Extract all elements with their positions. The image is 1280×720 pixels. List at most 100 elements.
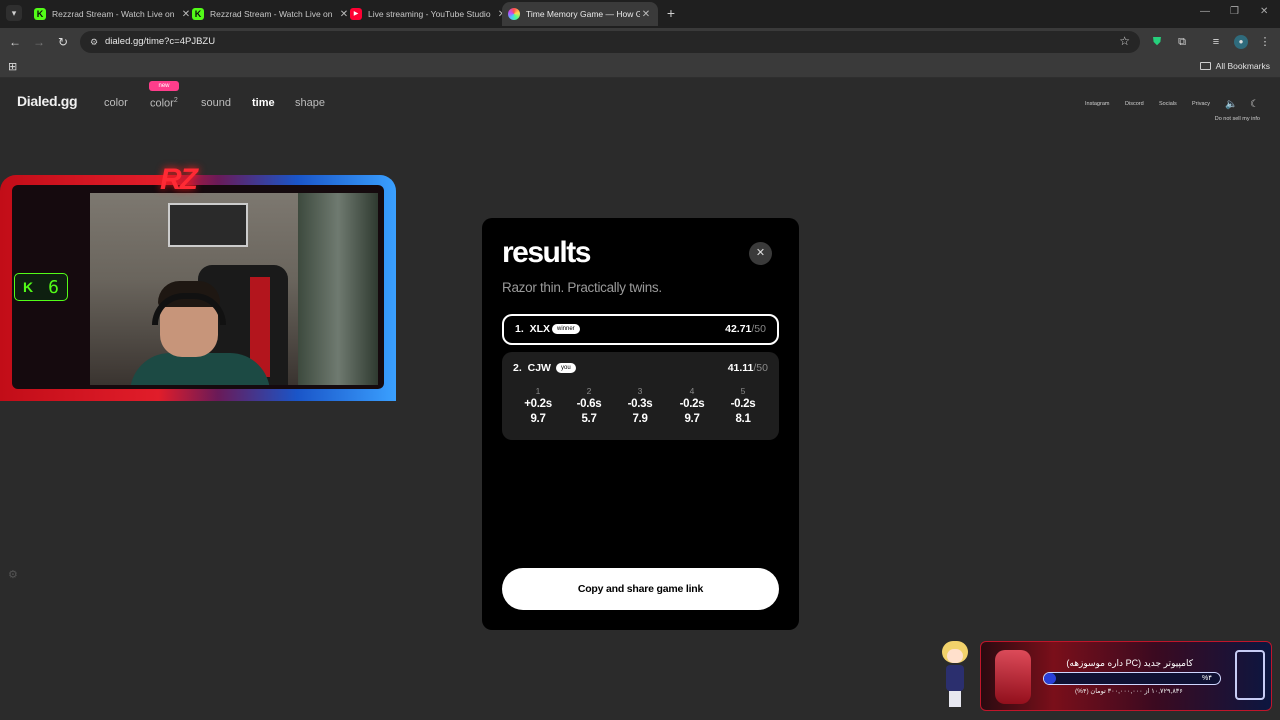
tab-title: Rezzrad Stream - Watch Live on — [52, 9, 175, 19]
folder-icon — [1199, 62, 1211, 70]
forward-icon[interactable]: → — [31, 34, 47, 50]
site-logo[interactable]: Dialed.gg — [17, 93, 78, 109]
window-close-icon[interactable]: ✕ — [1260, 6, 1268, 17]
shield-extension-icon[interactable]: ⛊ — [1150, 35, 1164, 49]
round-index: 5 — [740, 386, 746, 396]
discord-link[interactable]: Discord — [1125, 101, 1144, 107]
round-index: 1 — [535, 386, 541, 396]
you-badge: you — [556, 363, 576, 373]
do-not-sell-link[interactable]: Do not sell my info — [1215, 116, 1260, 122]
menu-kebab-icon[interactable]: ⋮ — [1258, 35, 1272, 49]
results-subtitle: Razor thin. Practically twins. — [502, 280, 662, 295]
player-score: 41.11/50 — [728, 362, 768, 374]
kick-count: 6 — [48, 276, 59, 298]
apps-grid-icon[interactable]: ⊞ — [8, 60, 17, 73]
player-name: 1. XLX — [515, 323, 550, 335]
winner-badge: winner — [552, 324, 580, 334]
player-name-text: XLX — [529, 323, 551, 335]
sound-icon[interactable]: 🔈 — [1225, 99, 1237, 110]
media-control-icon[interactable]: ≡ — [1209, 35, 1223, 49]
donation-progress-bar: %۴ — [1043, 672, 1221, 685]
donation-title: کامپیوتر جدید (PC داره موسوزهه) — [1066, 658, 1193, 668]
address-bar[interactable]: ⚙ dialed.gg/time?c=4PJBZU ☆ — [80, 31, 1140, 53]
copy-share-link-button[interactable]: Copy and share game link — [502, 568, 779, 610]
profile-avatar[interactable]: ● — [1234, 35, 1248, 49]
player-row-you: 2. CJW you 41.11/50 1 +0.2s 9.7 2 -0.6s … — [502, 352, 779, 440]
tab-title: Live streaming - YouTube Studio — [368, 9, 491, 19]
player-rank: 2. — [513, 362, 522, 374]
nav-color2[interactable]: color2 — [150, 97, 178, 110]
browser-toolbar: ← → ↻ ⚙ dialed.gg/time?c=4PJBZU ☆ ⛊ ⧉ ≡ … — [0, 28, 1280, 56]
close-icon[interactable]: ✕ — [749, 242, 772, 265]
anime-character-sticker — [938, 641, 972, 709]
webcam-overlay: RZ K 6 — [0, 163, 396, 401]
sticker-legs — [949, 691, 961, 707]
wall-poster — [168, 203, 248, 247]
score-max: /50 — [751, 323, 766, 335]
hand-graphic — [995, 650, 1031, 704]
kick-icon: K — [34, 8, 46, 20]
kick-viewer-badge: K 6 — [14, 273, 68, 301]
kick-icon: K — [23, 279, 34, 295]
sticker-body — [946, 665, 964, 691]
browser-tab-active[interactable]: Time Memory Game — How G ✕ — [502, 2, 658, 26]
round-diff: -0.6s — [576, 398, 602, 410]
results-modal: results ✕ Razor thin. Practically twins.… — [482, 218, 799, 630]
round-result: 1 +0.2s 9.7 — [518, 386, 558, 425]
round-points: 9.7 — [530, 413, 546, 425]
round-result: 4 -0.2s 9.7 — [672, 386, 712, 425]
all-bookmarks-button[interactable]: All Bookmarks — [1199, 61, 1270, 71]
round-diff: -0.2s — [730, 398, 756, 410]
round-index: 4 — [689, 386, 695, 396]
youtube-icon: ▶ — [350, 8, 362, 20]
player-score: 42.71/50 — [725, 323, 766, 335]
dialed-icon — [508, 8, 520, 20]
minimize-icon[interactable]: — — [1200, 6, 1210, 17]
round-points: 5.7 — [581, 413, 597, 425]
extensions-icon[interactable]: ⧉ — [1175, 35, 1189, 49]
browser-tab[interactable]: K Rezzrad Stream - Watch Live on ✕ — [186, 2, 356, 26]
player-row-winner: 1. XLX winner 42.71/50 — [502, 314, 779, 345]
new-badge: new — [149, 81, 179, 91]
privacy-link[interactable]: Privacy — [1192, 101, 1210, 107]
nav-shape[interactable]: shape — [295, 97, 325, 109]
restore-icon[interactable]: ❐ — [1230, 6, 1239, 17]
browser-tab[interactable]: ▶ Live streaming - YouTube Studio ✕ — [344, 2, 514, 26]
round-diff: +0.2s — [524, 398, 552, 410]
url-text[interactable]: dialed.gg/time?c=4PJBZU — [105, 36, 215, 47]
browser-tab[interactable]: K Rezzrad Stream - Watch Live on ✕ — [28, 2, 198, 26]
back-icon[interactable]: ← — [7, 34, 23, 50]
donation-goal-widget: کامپیوتر جدید (PC داره موسوزهه) %۴ ۱۰,۷۲… — [980, 641, 1272, 711]
round-diff: -0.3s — [627, 398, 653, 410]
new-tab-button[interactable]: + — [664, 5, 678, 21]
socials-link[interactable]: Socials — [1159, 101, 1177, 107]
close-icon[interactable]: ✕ — [640, 9, 652, 20]
donation-percent: %۴ — [1202, 675, 1212, 682]
round-result: 2 -0.6s 5.7 — [569, 386, 609, 425]
player-name-text: CJW — [527, 362, 551, 374]
round-index: 3 — [637, 386, 643, 396]
results-title: results — [502, 236, 591, 269]
score-value: 41.11 — [727, 362, 754, 374]
moon-icon[interactable]: ☾ — [1250, 99, 1259, 110]
all-bookmarks-label: All Bookmarks — [1215, 61, 1270, 71]
rz-logo: RZ — [160, 163, 198, 196]
round-result: 5 -0.2s 8.1 — [723, 386, 763, 425]
tab-title: Time Memory Game — How G — [526, 9, 640, 19]
settings-gear-icon[interactable]: ⚙ — [8, 568, 18, 581]
score-value: 42.71 — [725, 323, 752, 335]
tab-title: Rezzrad Stream - Watch Live on — [210, 9, 333, 19]
nav-sound[interactable]: sound — [201, 97, 231, 109]
bookmark-star-icon[interactable]: ☆ — [1119, 34, 1130, 48]
site-info-icon[interactable]: ⚙ — [88, 36, 100, 48]
tab-search-button[interactable]: ▾ — [6, 5, 22, 21]
webcam-video — [90, 193, 378, 385]
instagram-link[interactable]: Instagram — [1085, 101, 1109, 107]
player-name: 2. CJW — [513, 362, 551, 374]
nav-time[interactable]: time — [252, 97, 275, 109]
reload-icon[interactable]: ↻ — [55, 34, 71, 50]
nav-color[interactable]: color — [104, 97, 128, 109]
round-points: 7.9 — [632, 413, 648, 425]
donation-subtitle: ۱۰,۷۲۹,۸۳۶ از ۳۰۰,۰۰۰,۰۰۰ تومان (۴%) — [1075, 688, 1183, 695]
round-diff: -0.2s — [679, 398, 705, 410]
